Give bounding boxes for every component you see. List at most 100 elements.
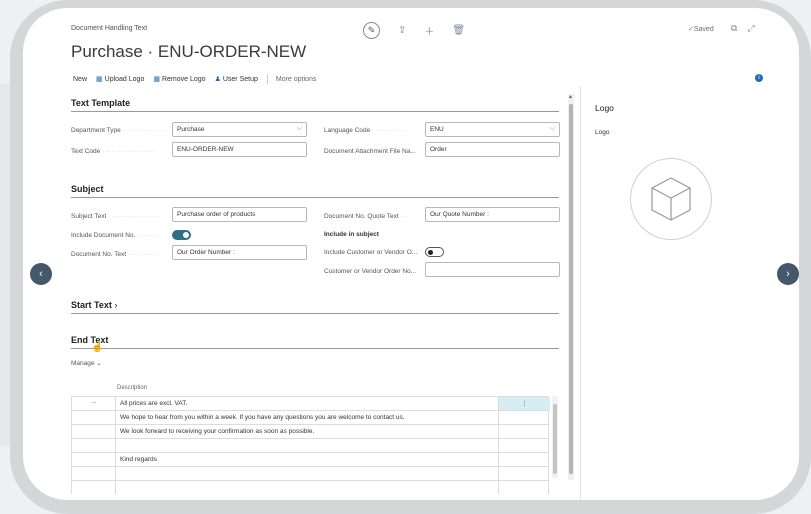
open-new-window-icon[interactable]: ⧉ (731, 23, 737, 34)
row-marker (72, 425, 116, 438)
box-icon (651, 177, 691, 221)
quote-text-field[interactable]: Our Quote Number : (425, 207, 560, 222)
app-screen: Document Handling Text Purchase · ENU-OR… (23, 8, 799, 500)
row-marker (72, 411, 116, 424)
chevron-right-icon: › (786, 268, 790, 280)
add-icon[interactable]: ＋ (424, 23, 434, 38)
chevron-right-icon: › (111, 300, 118, 310)
row-menu-icon[interactable]: ⋮ (498, 397, 550, 410)
attachment-file-name-field[interactable]: Order (425, 142, 560, 157)
previous-slide-button[interactable]: ‹ (30, 263, 52, 285)
window-controls: ⧉ ⤢ (731, 23, 755, 34)
row-marker (72, 453, 116, 466)
include-document-no-label: Include Document No. ······· (71, 232, 160, 239)
remove-logo-label: Remove Logo (161, 75, 206, 83)
manage-menu[interactable]: Manage ⌄ (71, 359, 102, 367)
subject-text-field[interactable]: Purchase order of products (172, 207, 307, 222)
section-title-text-template[interactable]: Text Template (71, 98, 130, 108)
breadcrumb: Document Handling Text (71, 25, 148, 32)
row-empty-cell (498, 425, 550, 438)
customer-order-no-label: Customer or Vendor Order No... (324, 268, 417, 275)
section-divider (71, 348, 559, 349)
action-bar: New ▦ Upload Logo ▦ Remove Logo ♟ User Setu… (73, 72, 763, 86)
factbox-subtitle: Logo (595, 129, 610, 136)
row-description[interactable]: We hope to hear from you within a week. … (120, 414, 405, 421)
logo-factbox: Logo Logo (580, 86, 799, 500)
row-marker (72, 439, 116, 452)
table-row[interactable]: → All prices are excl. VAT. ⋮ (71, 396, 550, 410)
toolbar-divider (266, 74, 268, 84)
page-scrollbar[interactable]: ▲ (568, 94, 574, 480)
text-code-label: Text Code ················· (71, 148, 156, 155)
quote-text-label: Document No. Quote Text ··· (324, 213, 410, 220)
info-icon[interactable]: i (755, 74, 763, 82)
upload-icon: ▦ (96, 76, 103, 83)
row-empty-cell (498, 453, 550, 466)
row-empty-cell (498, 411, 550, 424)
table-row[interactable]: We look forward to receiving your confir… (71, 424, 549, 438)
section-divider (71, 313, 559, 314)
text-code-field[interactable]: ENU-ORDER-NEW (172, 142, 307, 157)
user-icon: ♟ (214, 76, 221, 83)
factbox-title: Logo (595, 103, 614, 113)
include-customer-toggle[interactable] (425, 247, 444, 257)
row-description[interactable]: All prices are excl. VAT. (120, 400, 187, 407)
chevron-down-icon: ⌄ (94, 360, 102, 367)
page-scrollbar-thumb[interactable] (569, 104, 573, 474)
user-setup-label: User Setup (222, 75, 258, 83)
header-actions: ✎ ⇪ ＋ 🗑 (363, 22, 465, 39)
mouse-cursor-icon: ☝ (91, 342, 104, 353)
next-slide-button[interactable]: › (777, 263, 799, 285)
row-description[interactable]: We look forward to receiving your confir… (120, 428, 314, 435)
row-empty-cell (498, 481, 550, 494)
edit-icon[interactable]: ✎ (363, 22, 380, 39)
department-type-select[interactable]: Purchase ⌵ (172, 122, 307, 137)
chevron-left-icon: ‹ (39, 268, 43, 280)
table-row[interactable] (71, 480, 549, 494)
more-options-button[interactable]: More options (276, 76, 316, 83)
row-arrow-icon: → (72, 397, 116, 410)
grid-scrollbar[interactable] (552, 396, 558, 478)
row-marker (72, 467, 116, 480)
new-button[interactable]: New (73, 76, 87, 83)
document-no-text-field[interactable]: Our Order Number : (172, 245, 307, 260)
remove-logo-button[interactable]: ▦ Remove Logo (153, 75, 206, 84)
page-title: Purchase · ENU-ORDER-NEW (71, 42, 307, 61)
table-row[interactable]: We hope to hear from you within a week. … (71, 410, 549, 424)
include-in-subject-heading: Include in subject (324, 231, 379, 238)
section-divider (71, 111, 559, 112)
document-no-text-label: Document No. Text ·········· (71, 251, 160, 258)
row-empty-cell (498, 439, 550, 452)
upload-logo-button[interactable]: ▦ Upload Logo (96, 75, 145, 84)
table-row[interactable]: Kind regards (71, 452, 549, 466)
department-type-label: Department Type ·············· (71, 127, 167, 134)
scroll-up-icon[interactable]: ▲ (568, 94, 573, 100)
attachment-file-name-label: Document Attachment File Na... (324, 148, 416, 155)
user-setup-button[interactable]: ♟ User Setup (214, 75, 258, 84)
customer-order-no-field[interactable] (425, 262, 560, 277)
table-row[interactable] (71, 466, 549, 480)
language-code-label: Language Code ··········· (324, 127, 407, 134)
section-title-start-text[interactable]: Start Text › (71, 300, 117, 310)
share-icon[interactable]: ⇪ (398, 25, 406, 36)
include-document-no-toggle[interactable] (172, 230, 191, 240)
row-description[interactable]: Kind regards (120, 456, 157, 463)
description-column-header: Description (117, 385, 148, 391)
grid-scrollbar-thumb[interactable] (553, 404, 557, 474)
section-divider (71, 197, 559, 198)
language-code-select[interactable]: ENU ⌵ (425, 122, 560, 137)
row-marker (72, 481, 116, 494)
include-customer-label: Include Customer or Vendor O... (324, 249, 418, 256)
image-remove-icon: ▦ (153, 76, 160, 83)
chevron-down-icon: ⌵ (296, 125, 302, 132)
section-title-subject[interactable]: Subject (71, 184, 104, 194)
row-empty-cell (498, 467, 550, 480)
subject-text-label: Subject Text ················ (71, 213, 159, 220)
logo-placeholder[interactable] (630, 158, 712, 240)
expand-icon[interactable]: ⤢ (747, 23, 754, 34)
table-row[interactable] (71, 438, 549, 452)
chevron-down-icon: ⌵ (549, 125, 555, 132)
delete-icon[interactable]: 🗑 (452, 25, 465, 36)
upload-logo-label: Upload Logo (104, 75, 145, 83)
save-status-label: Saved (693, 26, 714, 33)
